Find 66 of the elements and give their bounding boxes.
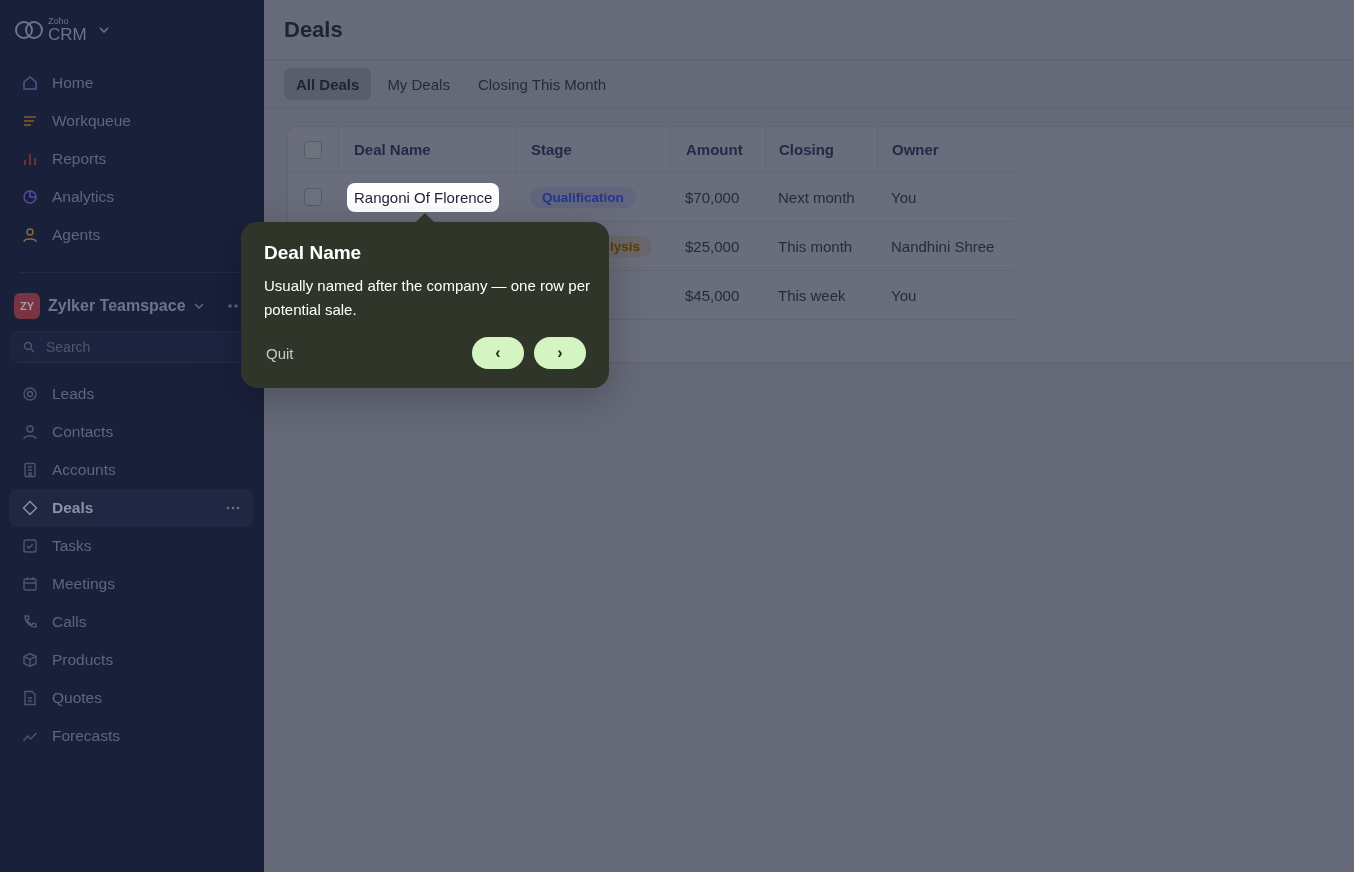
tab[interactable]: All Deals [284, 68, 372, 100]
table-cell: You [891, 286, 917, 304]
nav-item[interactable]: Home [9, 64, 253, 102]
quit-button[interactable]: Quit [264, 344, 296, 362]
home-icon [22, 75, 38, 91]
cube-icon [22, 652, 38, 668]
checkbox-icon [22, 538, 38, 554]
table-cell: $70,000 [685, 188, 740, 206]
tab[interactable]: Closing This Month [465, 68, 618, 100]
nav-item[interactable]: Tasks [9, 527, 253, 565]
phone-icon [22, 614, 38, 630]
person-icon [22, 227, 38, 243]
calendar-icon [22, 576, 38, 592]
table-cell: Nandhini Shree [891, 237, 995, 255]
document-icon [22, 690, 38, 706]
nav-item[interactable]: Forecasts [9, 717, 253, 755]
column-header[interactable]: Closing [779, 141, 834, 158]
tab[interactable]: My Deals [375, 68, 462, 100]
table-cell: $25,000 [685, 237, 740, 255]
page-title: Deals [284, 16, 343, 43]
table-cell: $45,000 [685, 286, 740, 304]
more-icon[interactable] [226, 506, 240, 510]
building-icon [22, 462, 38, 478]
diamond-icon [22, 500, 38, 516]
nav-item[interactable]: Products [9, 641, 253, 679]
nav-item[interactable]: Meetings [9, 565, 253, 603]
column-header[interactable]: Deal Name [354, 141, 431, 158]
lines-icon [22, 113, 38, 129]
table-cell: This month [778, 237, 853, 255]
next-button[interactable]: › [534, 337, 586, 369]
checkbox[interactable] [304, 188, 322, 206]
nav-item[interactable]: Deals [9, 489, 253, 527]
nav-item[interactable]: Accounts [9, 451, 253, 489]
search-icon [23, 341, 35, 353]
nav-item[interactable]: Agents [9, 216, 253, 254]
pie-icon [22, 189, 38, 205]
nav-item[interactable]: Calls [9, 603, 253, 641]
target-icon [22, 386, 38, 402]
more-icon[interactable] [227, 304, 240, 308]
chevron-down-icon[interactable] [98, 27, 109, 33]
table-cell: This week [778, 286, 846, 304]
column-header[interactable]: Owner [892, 141, 939, 158]
column-header[interactable]: Stage [531, 141, 572, 158]
popover-text: Usually named after the company — one row per potential sale. [264, 276, 591, 320]
previous-button[interactable]: ‹ [472, 337, 524, 369]
nav-item[interactable]: Leads [9, 375, 253, 413]
table-cell: Next month [778, 188, 855, 206]
team-avatar: ZY [14, 293, 40, 319]
chevron-down-icon[interactable] [193, 303, 204, 309]
nav-item[interactable]: Reports [9, 140, 253, 178]
logo-title: CRM [48, 26, 87, 43]
checkbox[interactable] [304, 140, 322, 159]
nav-item[interactable]: Workqueue [9, 102, 253, 140]
nav-item[interactable]: Quotes [9, 679, 253, 717]
column-header[interactable]: Amount [686, 141, 743, 158]
bar-chart-icon [22, 151, 38, 167]
logo-icon [14, 19, 44, 41]
stage-tag: Qualification [530, 186, 636, 208]
table-cell: You [891, 188, 917, 206]
person-icon [22, 424, 38, 440]
popover-title: Deal Name [264, 242, 363, 264]
nav-item[interactable]: Analytics [9, 178, 253, 216]
logo-subtitle: Zoho [48, 17, 70, 26]
team-name[interactable]: Zylker Teamspace [48, 297, 186, 315]
nav-item[interactable]: Contacts [9, 413, 253, 451]
table-cell: Rangoni Of Florence [347, 182, 500, 212]
